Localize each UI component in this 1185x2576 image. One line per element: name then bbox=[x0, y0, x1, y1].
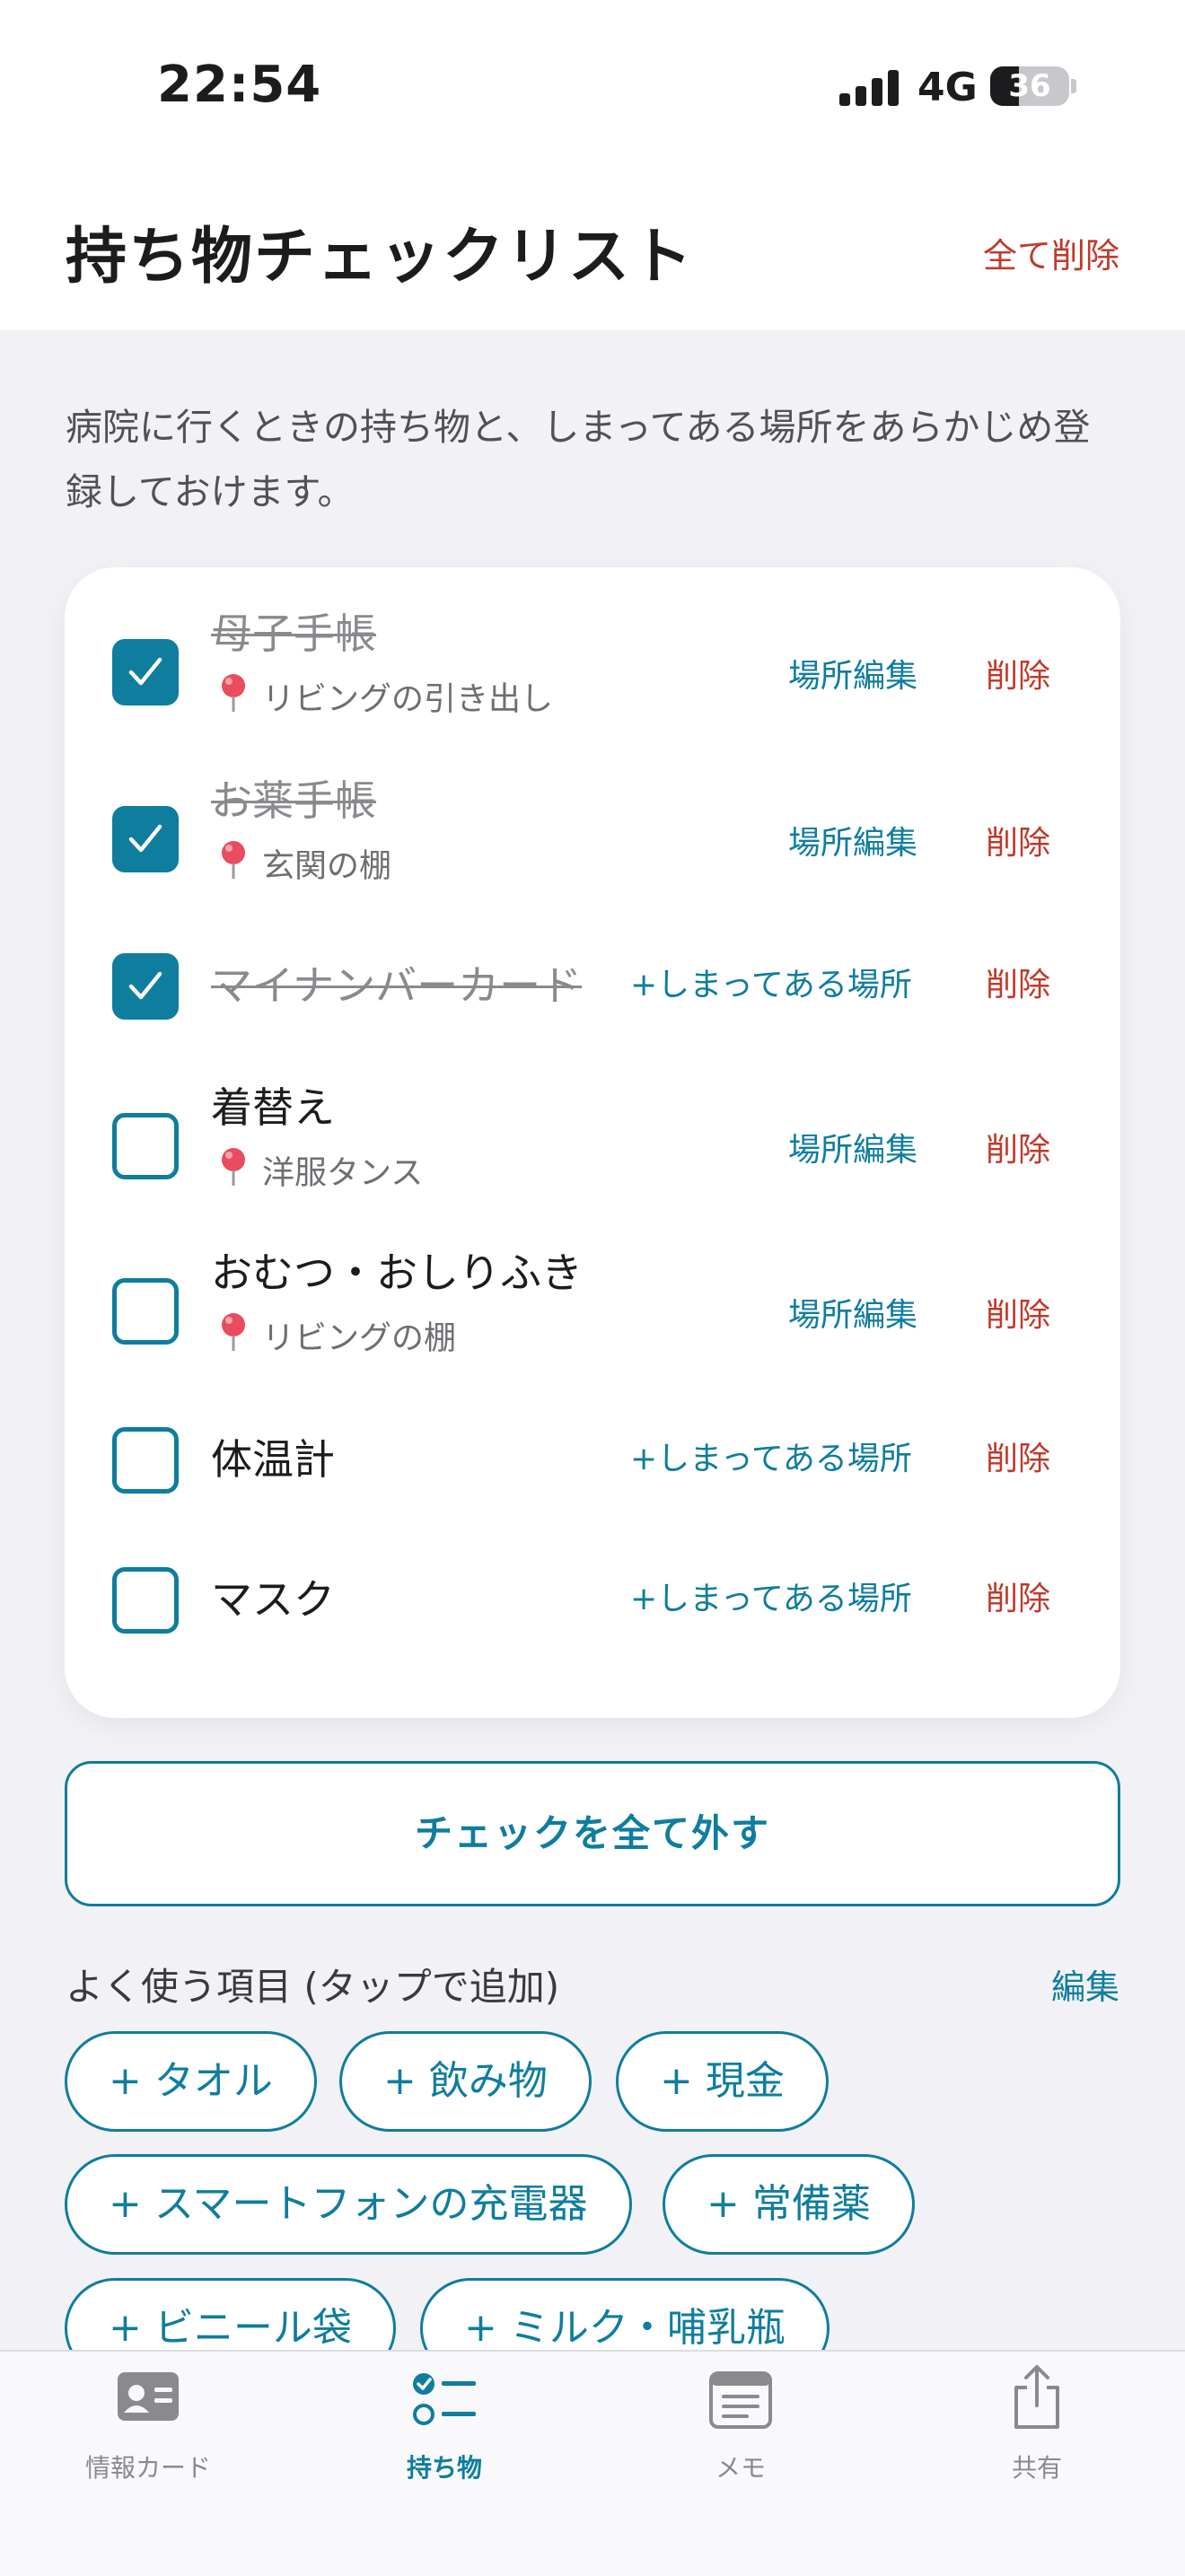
item-name: 着替え bbox=[211, 1083, 335, 1132]
checkmark-icon bbox=[128, 971, 162, 1000]
delete-item-button[interactable]: 削除 bbox=[986, 1124, 1050, 1170]
quick-add-chip[interactable]: + 飲み物 bbox=[339, 2031, 592, 2132]
plus-icon: + bbox=[707, 2181, 740, 2227]
tab-label: 持ち物 bbox=[406, 2453, 482, 2483]
delete-item-button[interactable]: 削除 bbox=[986, 1573, 1050, 1619]
tab-label: メモ bbox=[715, 2453, 766, 2483]
plus-icon: + bbox=[109, 2058, 142, 2104]
plus-icon: + bbox=[109, 2305, 142, 2351]
plus-icon: + bbox=[464, 2305, 497, 2351]
delete-item-button[interactable]: 削除 bbox=[986, 959, 1050, 1005]
share-icon bbox=[1009, 2364, 1065, 2434]
tab-share[interactable]: 共有 bbox=[889, 2352, 1185, 2504]
checkbox[interactable] bbox=[112, 806, 179, 872]
checkbox[interactable] bbox=[112, 953, 179, 1020]
chip-label: ミルク・哺乳瓶 bbox=[509, 2305, 786, 2351]
checkmark-icon bbox=[128, 657, 162, 686]
checklist-item: 着替え 洋服タンス 場所編集 削除 bbox=[65, 1075, 1120, 1210]
plus-icon: + bbox=[383, 2058, 417, 2104]
battery-percent: 36 bbox=[1008, 68, 1051, 104]
checkbox[interactable] bbox=[112, 639, 179, 705]
edit-location-button[interactable]: 場所編集 bbox=[788, 817, 917, 863]
page-title: 持ち物チェックリスト bbox=[66, 222, 695, 293]
tab-checklist[interactable]: 持ち物 bbox=[296, 2352, 592, 2504]
chip-label: ビニール袋 bbox=[154, 2305, 352, 2351]
frequent-items-title: よく使う項目 (タップで追加) bbox=[66, 1965, 560, 2009]
pin-icon bbox=[215, 1310, 251, 1360]
item-location: 玄関の棚 bbox=[215, 838, 391, 888]
item-location: リビングの引き出し bbox=[215, 671, 553, 721]
battery-tip bbox=[1071, 79, 1076, 93]
item-location: リビングの棚 bbox=[215, 1310, 456, 1360]
checklist-item: 母子手帳 リビングの引き出し 場所編集 削除 bbox=[65, 601, 1120, 736]
add-location-button[interactable]: +しまってある場所 bbox=[630, 1433, 912, 1479]
chip-label: 現金 bbox=[705, 2058, 785, 2104]
checkbox[interactable] bbox=[112, 1427, 179, 1494]
chip-label: スマートフォンの充電器 bbox=[154, 2181, 588, 2227]
checklist-item: 体温計 +しまってある場所 削除 bbox=[65, 1416, 1120, 1515]
header: 持ち物チェックリスト 全て削除 bbox=[0, 171, 1185, 330]
edit-location-button[interactable]: 場所編集 bbox=[788, 1289, 917, 1336]
chip-label: 飲み物 bbox=[428, 2058, 548, 2104]
delete-item-button[interactable]: 削除 bbox=[986, 1289, 1050, 1336]
location-label: 玄関の棚 bbox=[262, 847, 392, 885]
checklist-item: マイナンバーカード +しまってある場所 削除 bbox=[65, 942, 1120, 1041]
delete-item-button[interactable]: 削除 bbox=[986, 650, 1050, 697]
chip-label: 常備薬 bbox=[751, 2181, 871, 2227]
checklist-card: 母子手帳 リビングの引き出し 場所編集 削除 お薬手帳 玄関の棚 場所編集 削除… bbox=[65, 567, 1120, 1718]
delete-all-button[interactable]: 全て削除 bbox=[983, 228, 1119, 277]
checkmark-icon bbox=[128, 824, 162, 853]
location-label: リビングの棚 bbox=[262, 1319, 457, 1357]
battery-icon: 36 bbox=[990, 66, 1069, 106]
item-location: 洋服タンス bbox=[215, 1145, 423, 1195]
memo-icon bbox=[709, 2371, 772, 2432]
checkbox[interactable] bbox=[112, 1567, 179, 1634]
pin-icon bbox=[215, 838, 251, 888]
delete-item-button[interactable]: 削除 bbox=[986, 1433, 1050, 1479]
item-name: 体温計 bbox=[211, 1435, 335, 1484]
tab-memo[interactable]: メモ bbox=[592, 2352, 889, 2504]
status-bar: 22:54 4G 36 bbox=[0, 0, 1185, 171]
checklist-item: お薬手帳 玄関の棚 場所編集 削除 bbox=[65, 768, 1120, 903]
edit-location-button[interactable]: 場所編集 bbox=[788, 1124, 917, 1170]
location-label: リビングの引き出し bbox=[262, 680, 554, 718]
item-name: 母子手帳 bbox=[211, 609, 376, 658]
add-location-button[interactable]: +しまってある場所 bbox=[630, 1573, 912, 1619]
pin-icon bbox=[215, 671, 251, 721]
quick-add-chip[interactable]: + タオル bbox=[65, 2031, 317, 2132]
checkbox[interactable] bbox=[112, 1113, 179, 1179]
add-location-button[interactable]: +しまってある場所 bbox=[630, 959, 912, 1005]
frequent-edit-button[interactable]: 編集 bbox=[1051, 1959, 1119, 2009]
plus-icon: + bbox=[109, 2181, 142, 2227]
checklist-icon bbox=[411, 2371, 478, 2432]
plus-icon: + bbox=[660, 2058, 693, 2104]
checklist-item: おむつ・おしりふき リビングの棚 場所編集 削除 bbox=[65, 1240, 1120, 1375]
quick-add-chip[interactable]: + 現金 bbox=[616, 2031, 829, 2132]
pin-icon bbox=[215, 1145, 251, 1195]
tab-label: 情報カード bbox=[84, 2453, 211, 2483]
checklist-item: マスク +しまってある場所 削除 bbox=[65, 1556, 1120, 1655]
id-card-icon bbox=[117, 2371, 180, 2425]
chip-label: タオル bbox=[154, 2058, 273, 2104]
item-name: マスク bbox=[211, 1575, 335, 1624]
item-name: おむつ・おしりふき bbox=[211, 1249, 583, 1297]
item-name: お薬手帳 bbox=[211, 776, 376, 825]
network-type: 4G bbox=[917, 65, 978, 110]
tab-bar: 情報カード 持ち物 メモ 共有 bbox=[0, 2350, 1185, 2576]
tab-info-card[interactable]: 情報カード bbox=[0, 2352, 296, 2504]
edit-location-button[interactable]: 場所編集 bbox=[788, 650, 917, 697]
checkbox[interactable] bbox=[112, 1278, 179, 1345]
quick-add-chip[interactable]: + 常備薬 bbox=[663, 2154, 915, 2255]
item-name: マイナンバーカード bbox=[211, 961, 583, 1010]
delete-item-button[interactable]: 削除 bbox=[986, 817, 1050, 863]
description-text: 病院に行くときの持ち物と、しまってある場所をあらかじめ登録しておけます。 bbox=[66, 406, 1091, 513]
quick-add-chip[interactable]: + スマートフォンの充電器 bbox=[65, 2154, 632, 2255]
tab-label: 共有 bbox=[1011, 2453, 1062, 2483]
location-label: 洋服タンス bbox=[262, 1154, 424, 1192]
cellular-signal-icon bbox=[839, 70, 902, 106]
status-time: 22:54 bbox=[157, 56, 322, 114]
uncheck-all-button[interactable]: チェックを全て外す bbox=[65, 1761, 1120, 1906]
